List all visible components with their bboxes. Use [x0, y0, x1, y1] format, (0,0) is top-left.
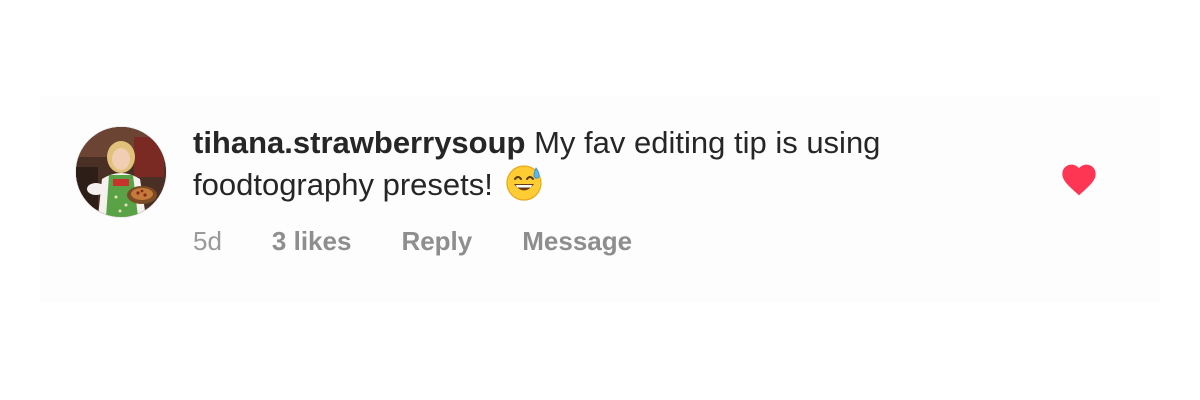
comment-meta: 5d 3 likes Reply Message [193, 226, 682, 257]
likes-count-link[interactable]: 3 likes [272, 226, 352, 257]
like-button[interactable] [1059, 160, 1099, 200]
comment-time: 5d [193, 226, 222, 256]
reply-button[interactable]: Reply [401, 226, 472, 257]
comment-username[interactable]: tihana.strawberrysoup [193, 125, 525, 160]
avatar[interactable] [76, 127, 166, 217]
message-button[interactable]: Message [522, 226, 632, 257]
heart-icon [1062, 164, 1096, 196]
comment-text: tihana.strawberrysoup My fav editing tip… [193, 122, 953, 213]
avatar-image [76, 127, 166, 217]
grinning-face-with-sweat-icon [505, 164, 543, 213]
comment-card: tihana.strawberrysoup My fav editing tip… [40, 96, 1160, 302]
